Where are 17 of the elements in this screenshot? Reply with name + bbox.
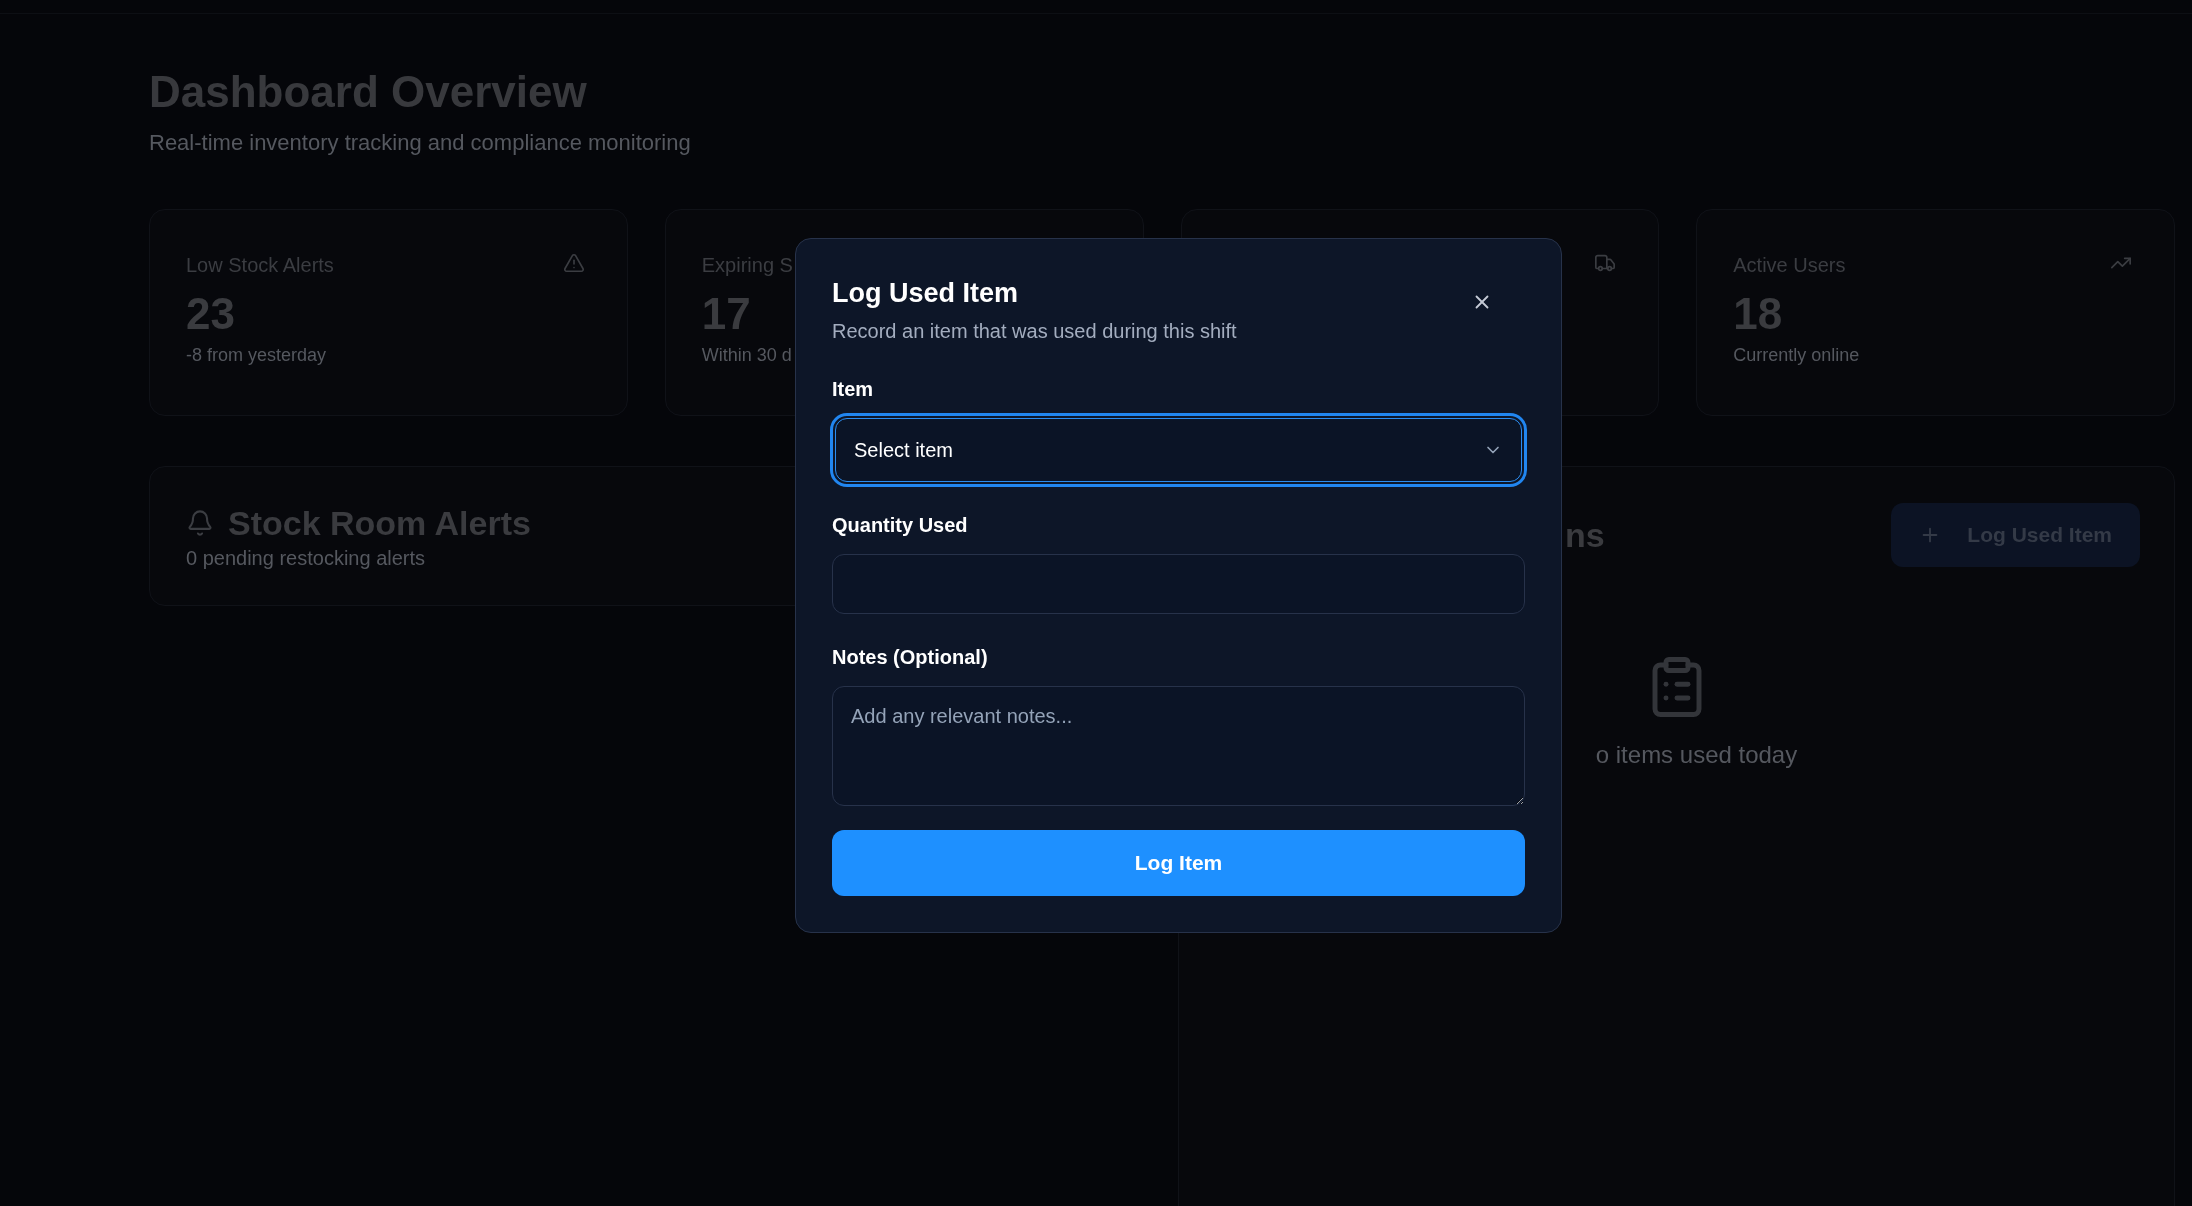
page-subtitle: Real-time inventory tracking and compliance monitoring: [149, 129, 691, 157]
truck-icon: [1594, 252, 1617, 274]
stat-note: Within 30 d: [701, 344, 792, 367]
field-label: Item: [832, 376, 874, 402]
stat-note: -8 from yesterday: [186, 344, 327, 367]
field-label: Quantity Used: [832, 512, 968, 538]
warning-triangle-icon: [562, 252, 585, 274]
quantity-input[interactable]: [832, 553, 1525, 614]
stat-note: Currently online: [1733, 344, 1860, 367]
empty-message: o items used today: [1595, 740, 1798, 770]
log-item-button[interactable]: Log Item: [832, 829, 1525, 896]
notes-textarea[interactable]: Add any relevant notes...: [832, 685, 1525, 806]
panel-subtitle: 0 pending restocking alerts: [186, 546, 426, 571]
dialog-subtitle: Record an item that was used during this shift: [832, 318, 1237, 344]
field-label: Notes (Optional): [832, 644, 988, 670]
dialog-title: Log Used Item: [832, 277, 1019, 310]
bell-icon: [186, 509, 214, 537]
